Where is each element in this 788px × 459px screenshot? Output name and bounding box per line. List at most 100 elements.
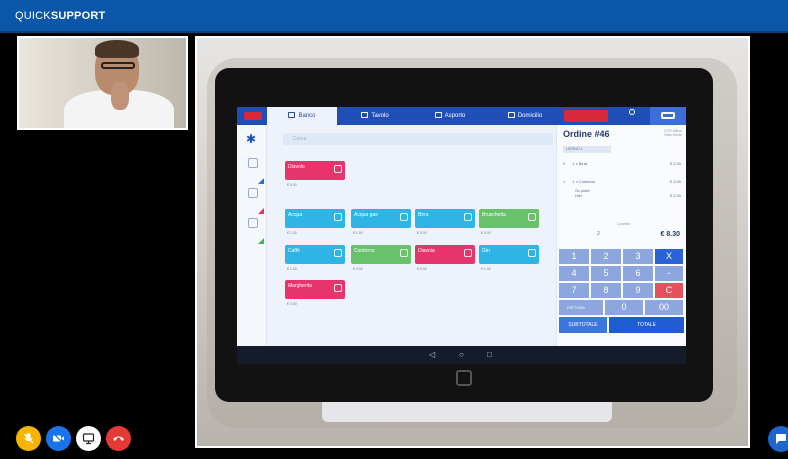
category-marker-green bbox=[258, 238, 264, 244]
category-marker-blue bbox=[258, 178, 264, 184]
chat-button[interactable] bbox=[768, 426, 788, 452]
order-total: € 8.30 bbox=[660, 231, 680, 238]
product-price: € 1.00 bbox=[481, 267, 491, 271]
category-pizza[interactable] bbox=[243, 188, 263, 210]
tab-domicilio-label: Domicilio bbox=[517, 113, 543, 119]
order-line[interactable]: 1 1 x Contorno € 3.00 bbox=[563, 179, 683, 184]
user-icon bbox=[629, 109, 635, 115]
top-bar: QUICKSUPPORT bbox=[0, 0, 788, 33]
product-price: € 5.00 bbox=[417, 267, 427, 271]
product-name: Caffè bbox=[288, 248, 300, 254]
pizza-icon bbox=[464, 249, 472, 257]
order-line-amount: € 3.00 bbox=[669, 179, 681, 184]
self-video-preview[interactable] bbox=[17, 36, 188, 130]
tab-asporto-label: Asporto bbox=[444, 113, 466, 119]
counter-icon bbox=[288, 112, 296, 118]
app-brand: QUICKSUPPORT bbox=[15, 10, 105, 22]
key-8[interactable]: 8 bbox=[591, 283, 621, 298]
category-drinks[interactable] bbox=[243, 158, 263, 180]
end-call-button[interactable] bbox=[106, 426, 131, 451]
pos-brand-logo bbox=[564, 110, 608, 122]
key-x[interactable]: X bbox=[655, 249, 683, 264]
product-name: Birra bbox=[418, 212, 429, 218]
back-icon[interactable]: ◁ bbox=[429, 350, 435, 359]
self-video-person-hand bbox=[111, 82, 129, 110]
bottle-icon bbox=[334, 249, 342, 257]
product-name: Diavolo bbox=[288, 164, 305, 170]
home-icon[interactable]: ○ bbox=[459, 350, 464, 359]
dish-icon bbox=[248, 218, 258, 228]
tab-asporto[interactable]: Asporto bbox=[415, 107, 485, 125]
tab-tavolo-label: Tavolo bbox=[371, 113, 389, 119]
product-acqua[interactable]: Acqua bbox=[285, 209, 345, 228]
dish-icon bbox=[528, 213, 536, 221]
product-birra[interactable]: Birra bbox=[415, 209, 475, 228]
product-price: € 4.50 bbox=[287, 302, 297, 306]
product-price: € 1.00 bbox=[287, 231, 297, 235]
menu-toggle-icon[interactable] bbox=[244, 112, 262, 120]
pizza-icon bbox=[248, 188, 258, 198]
product-acqua-gas[interactable]: Acqua gas bbox=[351, 209, 411, 228]
order-line-qty: 1 bbox=[563, 179, 566, 184]
phone-hangup-icon bbox=[113, 436, 124, 441]
user-button[interactable] bbox=[617, 109, 647, 123]
order-meta-mode: Stato Mode bbox=[664, 133, 682, 137]
product-name: Contorno bbox=[354, 248, 375, 254]
invoice-button[interactable]: FATTURA bbox=[559, 300, 603, 315]
quantity-value: 2 bbox=[597, 231, 600, 237]
key-4[interactable]: 4 bbox=[559, 266, 589, 281]
order-line[interactable]: 2 1 x Birra € 2.00 bbox=[563, 161, 683, 166]
product-margherita[interactable]: Margherita bbox=[285, 280, 345, 299]
key-7[interactable]: 7 bbox=[559, 283, 589, 298]
key-2[interactable]: 2 bbox=[591, 249, 621, 264]
key-00[interactable]: 00 bbox=[645, 300, 683, 315]
recents-icon[interactable]: □ bbox=[487, 350, 492, 359]
key-0[interactable]: 0 bbox=[605, 300, 643, 315]
key-9[interactable]: 9 bbox=[623, 283, 653, 298]
cash-drawer-icon bbox=[661, 112, 675, 119]
product-price: € 1.00 bbox=[287, 267, 297, 271]
order-line-qty: 2 bbox=[563, 161, 566, 166]
bottle-icon bbox=[400, 213, 408, 221]
total-button[interactable]: TOTALE bbox=[609, 317, 684, 333]
product-name: Diavola bbox=[418, 248, 435, 254]
category-sidebar: ✱ bbox=[237, 125, 267, 346]
subtotal-button[interactable]: SUBTOTALE bbox=[559, 317, 607, 333]
key-5[interactable]: 5 bbox=[591, 266, 621, 281]
tab-domicilio[interactable]: Domicilio bbox=[487, 107, 563, 125]
remote-video-frame[interactable]: Banco Tavolo Asporto Domicilio ✱ Cerca D… bbox=[195, 36, 750, 448]
product-bruschetta[interactable]: Bruschetta bbox=[479, 209, 539, 228]
video-toggle-button[interactable] bbox=[46, 426, 71, 451]
monitor-icon bbox=[82, 433, 95, 445]
pos-screen[interactable]: Banco Tavolo Asporto Domicilio ✱ Cerca D… bbox=[237, 107, 686, 364]
self-video-person-glasses bbox=[101, 62, 135, 69]
product-search-input[interactable]: Cerca bbox=[283, 133, 553, 145]
screen-share-button[interactable] bbox=[76, 426, 101, 451]
product-diavolo[interactable]: Diavolo bbox=[285, 161, 345, 180]
price-list-select[interactable]: LISTINO 1 bbox=[563, 146, 611, 153]
key-minus[interactable]: - bbox=[655, 266, 683, 281]
bottle-icon bbox=[528, 249, 536, 257]
tab-banco[interactable]: Banco bbox=[267, 107, 337, 125]
product-diavola[interactable]: Diavola bbox=[415, 245, 475, 264]
key-6[interactable]: 6 bbox=[623, 266, 653, 281]
product-price: € 3.00 bbox=[417, 231, 427, 235]
pizza-icon bbox=[334, 165, 342, 173]
bottle-icon bbox=[334, 213, 342, 221]
mute-mic-button[interactable] bbox=[16, 426, 41, 451]
tab-banco-label: Banco bbox=[298, 113, 316, 119]
product-price: € 1.00 bbox=[353, 231, 363, 235]
product-name: Acqua bbox=[288, 212, 303, 218]
product-caffe[interactable]: Caffè bbox=[285, 245, 345, 264]
tab-tavolo[interactable]: Tavolo bbox=[340, 107, 410, 125]
cash-drawer-button[interactable] bbox=[650, 107, 686, 125]
key-3[interactable]: 3 bbox=[623, 249, 653, 264]
snowflake-icon[interactable]: ✱ bbox=[246, 132, 256, 146]
category-starters[interactable] bbox=[243, 218, 263, 240]
product-gin[interactable]: Gin bbox=[479, 245, 539, 264]
key-1[interactable]: 1 bbox=[559, 249, 589, 264]
product-contorno[interactable]: Contorno bbox=[351, 245, 411, 264]
order-line-note: Su piatti Hdx € 3.30 bbox=[563, 188, 683, 198]
device-logo-icon bbox=[456, 370, 472, 386]
key-clear[interactable]: C bbox=[655, 283, 683, 298]
